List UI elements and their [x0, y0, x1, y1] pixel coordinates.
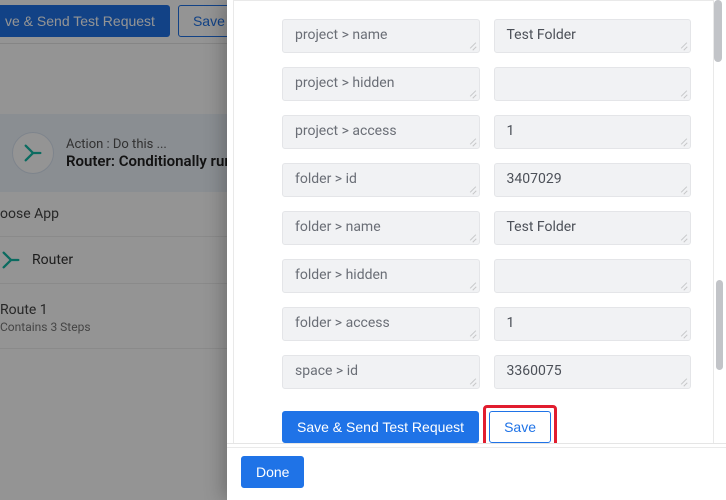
modal-actions: Save & Send Test Request Save: [282, 411, 691, 443]
resize-handle-icon[interactable]: [678, 280, 688, 290]
page-scrollbar-thumb[interactable]: [714, 0, 722, 62]
field-value[interactable]: 1: [494, 307, 692, 341]
resize-handle-icon[interactable]: [678, 40, 688, 50]
field-row: project > name Test Folder: [282, 19, 691, 53]
field-row: project > access 1: [282, 115, 691, 149]
field-value[interactable]: [494, 259, 692, 293]
resize-handle-icon[interactable]: [678, 232, 688, 242]
resize-handle-icon[interactable]: [467, 184, 477, 194]
field-row: folder > name Test Folder: [282, 211, 691, 245]
field-key[interactable]: folder > name: [282, 211, 480, 245]
field-value[interactable]: Test Folder: [494, 211, 692, 245]
app-name: Router: [32, 252, 73, 268]
action-text: Action : Do this ... Router: Conditional…: [66, 137, 233, 170]
branch-icon: [0, 249, 22, 271]
field-key[interactable]: project > name: [282, 19, 480, 53]
field-key[interactable]: folder > hidden: [282, 259, 480, 293]
save-send-test-button[interactable]: Save & Send Test Request: [282, 411, 479, 443]
resize-handle-icon[interactable]: [678, 136, 688, 146]
field-value[interactable]: 3360075: [494, 355, 692, 389]
resize-handle-icon[interactable]: [467, 88, 477, 98]
resize-handle-icon[interactable]: [678, 184, 688, 194]
field-row: space > id 3360075: [282, 355, 691, 389]
field-key[interactable]: project > access: [282, 115, 480, 149]
resize-handle-icon[interactable]: [678, 88, 688, 98]
fields-container: project > name Test Folder project > hidde…: [233, 0, 714, 443]
field-row: folder > id 3407029: [282, 163, 691, 197]
resize-handle-icon[interactable]: [467, 232, 477, 242]
field-row: folder > hidden: [282, 259, 691, 293]
field-value[interactable]: Test Folder: [494, 19, 692, 53]
send-test-button-bg[interactable]: ve & Send Test Request: [0, 5, 170, 37]
field-row: folder > access 1: [282, 307, 691, 341]
resize-handle-icon[interactable]: [467, 40, 477, 50]
action-pretitle: Action : Do this ...: [66, 137, 233, 152]
field-value[interactable]: [494, 67, 692, 101]
modal-divider: [227, 447, 726, 461]
field-key[interactable]: project > hidden: [282, 67, 480, 101]
field-row: project > hidden: [282, 67, 691, 101]
field-key[interactable]: space > id: [282, 355, 480, 389]
field-value[interactable]: 1: [494, 115, 692, 149]
resize-handle-icon[interactable]: [678, 328, 688, 338]
field-key[interactable]: folder > id: [282, 163, 480, 197]
action-title: Router: Conditionally run: [66, 152, 233, 170]
resize-handle-icon[interactable]: [467, 376, 477, 386]
save-button[interactable]: Save: [489, 411, 551, 443]
modal-panel: project > name Test Folder project > hidde…: [227, 0, 726, 500]
resize-handle-icon[interactable]: [467, 328, 477, 338]
field-key[interactable]: folder > access: [282, 307, 480, 341]
field-value[interactable]: 3407029: [494, 163, 692, 197]
page-scrollbar[interactable]: [712, 0, 724, 500]
resize-handle-icon[interactable]: [467, 280, 477, 290]
modal-scroll-area[interactable]: project > name Test Folder project > hidde…: [227, 0, 726, 443]
router-icon-circle: [12, 132, 54, 174]
resize-handle-icon[interactable]: [467, 136, 477, 146]
branch-icon: [22, 142, 44, 164]
resize-handle-icon[interactable]: [678, 376, 688, 386]
